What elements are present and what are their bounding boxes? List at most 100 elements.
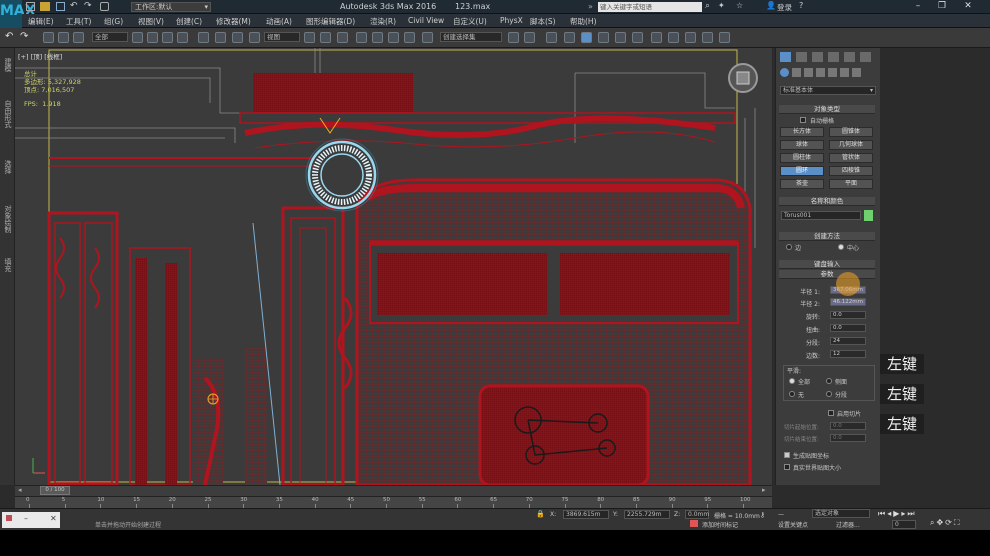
workspace-select[interactable]: 工作区:默认 ▾ <box>131 2 211 12</box>
spinner-snap-icon[interactable] <box>404 32 415 43</box>
scale-icon[interactable] <box>232 32 243 43</box>
restore-icon[interactable]: ❐ <box>934 1 950 12</box>
menu-rendering[interactable]: 渲染(R) <box>370 16 396 27</box>
render-setup-icon[interactable] <box>651 32 662 43</box>
exchange-icon[interactable]: ✦ <box>718 1 725 10</box>
menu-customize[interactable]: 自定义(U) <box>453 16 487 27</box>
playback-controls[interactable]: ⏮◂▶▸⏭ <box>878 509 917 519</box>
menu-edit[interactable]: 编辑(E) <box>28 16 54 27</box>
select-manipulate-icon[interactable] <box>320 32 331 43</box>
rail-tab-modeling[interactable]: 建模 <box>3 58 13 72</box>
spacewarps-icon[interactable] <box>840 68 849 77</box>
object-color-swatch[interactable] <box>864 210 873 221</box>
teapot-button[interactable]: 茶壶 <box>780 179 824 189</box>
modify-tab-icon[interactable] <box>796 52 807 62</box>
segments-spinner[interactable]: 24 <box>830 337 866 345</box>
menu-tools[interactable]: 工具(T) <box>66 16 91 27</box>
close-icon[interactable]: ✕ <box>50 514 57 523</box>
method-edge-radio[interactable] <box>786 244 792 250</box>
sphere-button[interactable]: 球体 <box>780 140 824 150</box>
minimize-icon[interactable]: – <box>910 1 926 12</box>
move-icon[interactable] <box>198 32 209 43</box>
maxscript-listener[interactable]: – ✕ <box>2 512 60 528</box>
name-color-header[interactable]: 名称和颜色 <box>779 197 875 206</box>
rail-tab-populate[interactable]: 填充 <box>3 258 13 272</box>
select-by-name-icon[interactable] <box>147 32 158 43</box>
primitive-type-select[interactable]: 标准基本体 ▾ <box>780 86 876 95</box>
close-icon[interactable]: ✕ <box>960 1 976 12</box>
x-coord-field[interactable]: 3869.615m <box>563 510 609 519</box>
auto-key-label[interactable]: — <box>778 511 784 518</box>
chevron-right-icon[interactable]: ▸ <box>762 486 766 494</box>
angle-snap-icon[interactable] <box>372 32 383 43</box>
window-crossing-icon[interactable] <box>177 32 188 43</box>
menu-physx[interactable]: PhysX <box>500 16 523 25</box>
mirror-icon[interactable] <box>508 32 519 43</box>
smooth-all-radio[interactable] <box>789 378 795 384</box>
set-key-button[interactable]: 设置关键点 <box>778 520 808 529</box>
ribbon-toggle-icon[interactable] <box>581 32 592 43</box>
slice-to-spinner[interactable]: 0.0 <box>830 434 866 442</box>
render-iterative-icon[interactable] <box>702 32 713 43</box>
rect-region-icon[interactable] <box>162 32 173 43</box>
current-frame-field[interactable]: 0 <box>892 520 916 529</box>
menu-help[interactable]: 帮助(H) <box>570 16 597 27</box>
menu-civil-view[interactable]: Civil View <box>408 16 444 25</box>
shapes-icon[interactable] <box>792 68 801 77</box>
named-selection-select[interactable]: 创建选择集 <box>440 32 502 42</box>
real-world-checkbox[interactable] <box>784 464 790 470</box>
tube-button[interactable]: 管状体 <box>829 153 873 163</box>
scene-explorer-icon[interactable] <box>564 32 575 43</box>
keyboard-shortcut-icon[interactable] <box>337 32 348 43</box>
key-filter-select[interactable]: 选定对象 <box>812 509 870 518</box>
place-icon[interactable] <box>249 32 260 43</box>
menu-graph-editors[interactable]: 图形编辑器(D) <box>306 16 355 27</box>
search-input[interactable]: 键入关键字或短语 <box>598 2 702 12</box>
add-time-tag-button[interactable]: 添加时间标记 <box>702 520 738 529</box>
undo-tool-icon[interactable]: ↶ <box>5 31 13 42</box>
display-tab-icon[interactable] <box>844 52 855 62</box>
cylinder-button[interactable]: 圆柱体 <box>780 153 824 163</box>
geometry-icon[interactable] <box>780 68 789 77</box>
user-icon[interactable]: 👤 <box>766 1 776 10</box>
ref-coord-select[interactable]: 视图 <box>264 32 300 42</box>
pivot-center-icon[interactable] <box>304 32 315 43</box>
z-coord-field[interactable]: 0.0mm <box>685 510 709 519</box>
percent-snap-icon[interactable] <box>388 32 399 43</box>
rail-tab-freeform[interactable]: 自由形式 <box>3 100 13 128</box>
project-folder-icon[interactable] <box>100 2 109 11</box>
lock-icon[interactable]: 🔒 <box>536 510 545 518</box>
smooth-sides-radio[interactable] <box>826 378 832 384</box>
top-viewport[interactable]: [+] [顶] [线框] 总计 多边形: 5,327,928 顶点: 7,016… <box>15 48 772 485</box>
rotation-spinner[interactable]: 0.0 <box>830 311 866 319</box>
key-icon[interactable]: ⚷ <box>760 511 765 519</box>
menu-arrows-icon[interactable]: » <box>588 2 593 11</box>
redo-tool-icon[interactable]: ↷ <box>20 31 28 42</box>
viewport-label[interactable]: [+] [顶] [线框] <box>18 51 62 61</box>
snap-toggle-icon[interactable] <box>356 32 367 43</box>
box-button[interactable]: 长方体 <box>780 127 824 137</box>
menu-modifiers[interactable]: 修改器(M) <box>216 16 251 27</box>
selection-filter-select[interactable]: 全部 <box>92 32 128 42</box>
viewport-nav-controls[interactable]: ⌕✥⟳⛶ <box>930 518 962 528</box>
systems-icon[interactable] <box>852 68 861 77</box>
lights-icon[interactable] <box>804 68 813 77</box>
menu-animation[interactable]: 动画(A) <box>266 16 292 27</box>
radius2-spinner[interactable]: 46.122mm <box>830 298 866 306</box>
parameters-header[interactable]: 参数 <box>779 270 875 279</box>
chevron-left-icon[interactable]: ◂ <box>18 486 22 494</box>
unlink-icon[interactable] <box>58 32 69 43</box>
plane-button[interactable]: 平面 <box>829 179 873 189</box>
edit-named-sel-icon[interactable] <box>422 32 433 43</box>
slice-on-checkbox[interactable] <box>828 410 834 416</box>
minimize-icon[interactable]: – <box>24 514 28 523</box>
autogrid-checkbox[interactable] <box>800 117 806 123</box>
time-tag-icon[interactable] <box>690 520 698 527</box>
link-icon[interactable] <box>43 32 54 43</box>
select-object-icon[interactable] <box>132 32 143 43</box>
create-tab-icon[interactable] <box>780 52 791 62</box>
bind-spacewarp-icon[interactable] <box>73 32 84 43</box>
menu-group[interactable]: 组(G) <box>104 16 123 27</box>
a360-icon[interactable] <box>719 32 730 43</box>
slice-from-spinner[interactable]: 0.0 <box>830 422 866 430</box>
